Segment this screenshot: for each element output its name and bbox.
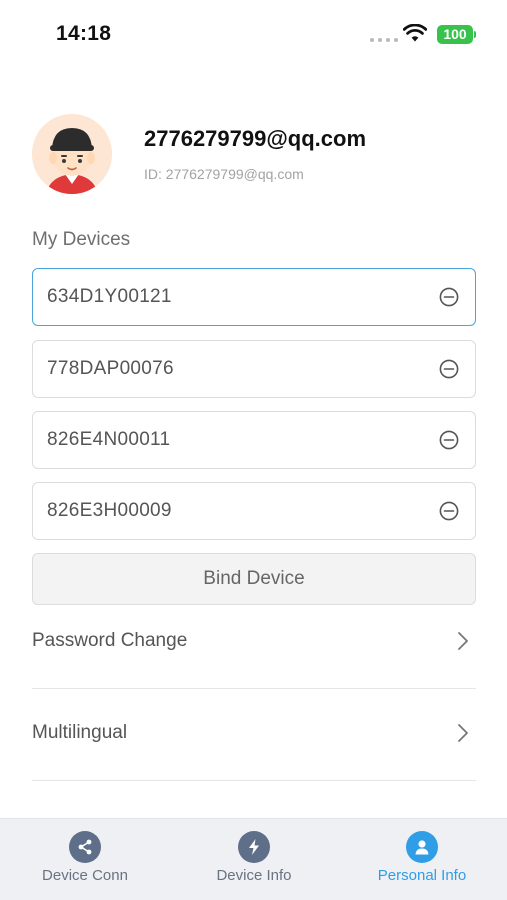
device-item[interactable]: 826E4N00011 — [32, 411, 476, 469]
bottom-tab-bar: Device Conn Device Info Personal Info — [0, 818, 507, 900]
share-icon — [69, 831, 101, 863]
remove-circle-icon[interactable] — [439, 430, 459, 450]
status-time: 14:18 — [56, 22, 112, 45]
multilingual-row[interactable]: Multilingual — [32, 689, 476, 781]
tab-device-conn[interactable]: Device Conn — [10, 831, 160, 884]
chevron-right-icon — [458, 632, 468, 650]
device-serial: 826E3H00009 — [47, 500, 172, 521]
profile-id: ID: 2776279799@qq.com — [144, 166, 304, 182]
signal-dots-icon — [370, 38, 398, 42]
device-item[interactable]: 634D1Y00121 — [32, 268, 476, 326]
avatar-illustration — [32, 114, 112, 194]
wifi-icon — [403, 24, 427, 42]
password-change-row[interactable]: Password Change — [32, 597, 476, 689]
tab-device-info[interactable]: Device Info — [179, 831, 329, 884]
device-serial: 826E4N00011 — [47, 429, 171, 450]
person-icon — [406, 831, 438, 863]
remove-circle-icon[interactable] — [439, 501, 459, 521]
status-bar: 14:18 100 — [0, 0, 507, 70]
battery-indicator: 100 — [437, 25, 476, 44]
tab-label: Device Info — [216, 867, 292, 884]
remove-circle-icon[interactable] — [439, 287, 459, 307]
chevron-right-icon — [458, 724, 468, 742]
avatar[interactable] — [32, 114, 112, 194]
remove-circle-icon[interactable] — [439, 359, 459, 379]
device-serial: 634D1Y00121 — [47, 286, 172, 307]
device-serial: 778DAP00076 — [47, 358, 174, 379]
device-item[interactable]: 778DAP00076 — [32, 340, 476, 398]
lightning-icon — [238, 831, 270, 863]
profile-email: 2776279799@qq.com — [144, 126, 367, 151]
tab-label: Device Conn — [42, 867, 128, 884]
tab-personal-info[interactable]: Personal Info — [347, 831, 497, 884]
device-item[interactable]: 826E3H00009 — [32, 482, 476, 540]
menu-label: Multilingual — [32, 722, 128, 743]
my-devices-title: My Devices — [32, 229, 131, 250]
tab-label: Personal Info — [377, 867, 467, 884]
menu-label: Password Change — [32, 630, 188, 651]
